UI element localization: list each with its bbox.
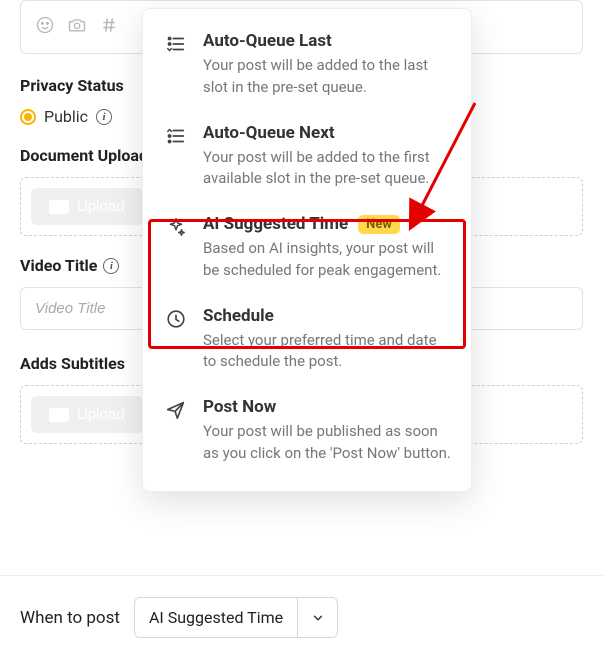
option-desc: Based on AI insights, your post will be … <box>203 238 451 282</box>
radio-selected-icon <box>20 109 36 125</box>
option-title: Auto-Queue Last <box>203 31 451 51</box>
option-ai-suggested-time[interactable]: AI Suggested Time New Based on AI insigh… <box>151 202 463 294</box>
upload-document-button[interactable]: Upload <box>31 188 143 225</box>
emoji-icon[interactable] <box>35 15 55 39</box>
upload-subtitles-button[interactable]: Upload <box>31 396 143 433</box>
option-title: Post Now <box>203 397 451 417</box>
camera-icon[interactable] <box>67 15 87 39</box>
option-title: Schedule <box>203 306 451 326</box>
queue-last-icon <box>163 31 189 99</box>
info-icon[interactable]: i <box>103 258 119 274</box>
option-schedule[interactable]: Schedule Select your preferred time and … <box>151 294 463 386</box>
option-desc: Your post will be added to the last slot… <box>203 55 451 99</box>
clock-icon <box>163 306 189 374</box>
card-icon <box>49 408 69 422</box>
queue-next-icon <box>163 123 189 191</box>
chevron-down-icon[interactable] <box>297 598 337 637</box>
when-to-post-select[interactable]: AI Suggested Time <box>134 597 338 638</box>
hashtag-icon[interactable] <box>99 15 119 39</box>
option-auto-queue-last[interactable]: Auto-Queue Last Your post will be added … <box>151 19 463 111</box>
option-title: AI Suggested Time New <box>203 214 451 234</box>
option-desc: Your post will be published as soon as y… <box>203 421 451 465</box>
post-timing-dropdown: Auto-Queue Last Your post will be added … <box>142 8 472 492</box>
divider <box>0 575 603 576</box>
when-to-post-value: AI Suggested Time <box>135 598 297 637</box>
sparkle-icon <box>163 214 189 282</box>
option-post-now[interactable]: Post Now Your post will be published as … <box>151 385 463 477</box>
option-desc: Select your preferred time and date to s… <box>203 330 451 374</box>
option-auto-queue-next[interactable]: Auto-Queue Next Your post will be added … <box>151 111 463 203</box>
card-icon <box>49 200 69 214</box>
when-to-post-label: When to post <box>20 608 120 628</box>
public-label: Public <box>44 107 88 126</box>
option-title: Auto-Queue Next <box>203 123 451 143</box>
new-badge: New <box>358 215 400 234</box>
option-desc: Your post will be added to the first ava… <box>203 147 451 191</box>
info-icon[interactable]: i <box>96 109 112 125</box>
send-icon <box>163 397 189 465</box>
